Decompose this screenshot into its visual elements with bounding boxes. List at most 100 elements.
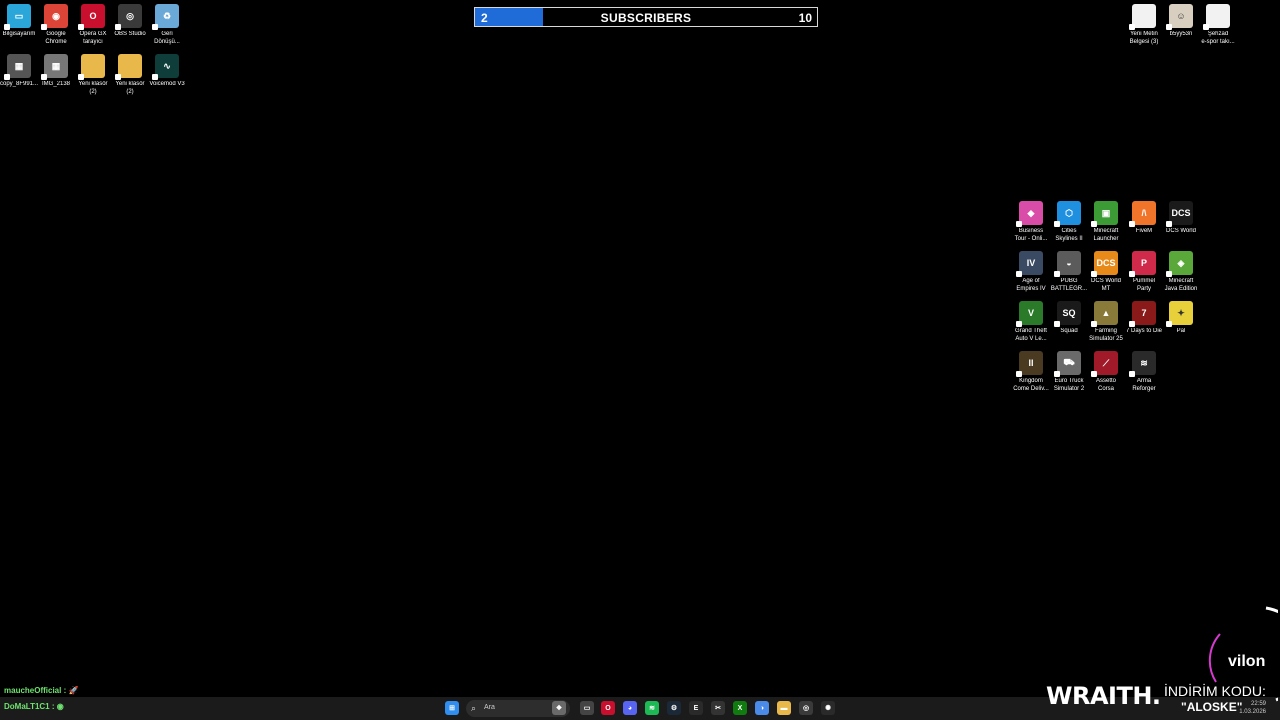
shortcut-arrow-icon [4,24,10,30]
desktop-shortcut[interactable]: V Grand Theft Auto V Le... [1011,301,1051,343]
chrome-icon: ◉ [41,4,68,30]
desktop-shortcut-label: Squad [1060,328,1078,334]
desktop-shortcut-label: Pal [1176,328,1186,334]
capcut-icon[interactable]: ✂ [711,701,725,715]
shortcut-arrow-icon [1016,221,1022,227]
desktop-shortcut[interactable]: ◎ OBS Studio [110,4,150,39]
pal-icon: ✦ [1166,301,1193,327]
opera-gx-icon: O [78,4,105,30]
desktop-shortcut-label: Euro Truck Simulator 2 [1053,378,1085,392]
user-image-icon: ☺ [1166,4,1193,30]
desktop-shortcut[interactable]: IV Age of Empires IV [1011,251,1051,293]
desktop-shortcut[interactable]: 77 Days to Die [1124,301,1164,336]
desktop-shortcut-label: DCS World [1166,228,1196,234]
desktop-shortcut[interactable]: Yeni klasör (2) [110,54,150,96]
xbox-icon[interactable]: X [733,701,747,715]
desktop: 2 SUBSCRIBERS 10 ▭ Bilgisayarım ◉ Google Ch… [0,0,1280,711]
desktop-shortcut-label: b5yy53n [1169,31,1193,37]
windows-start-icon[interactable]: ⊞ [445,701,459,715]
desktop-shortcut[interactable]: ◈ Minecraft Java Edition [1161,251,1201,293]
epic-games-icon[interactable]: E [689,701,703,715]
shortcut-arrow-icon [1129,371,1135,377]
desktop-shortcut-label: Farming Simulator 25 [1089,328,1123,342]
subscriber-title: SUBSCRIBERS [600,11,692,25]
desktop-shortcut-label: Yeni klasör (2) [78,81,108,95]
desktop-shortcut[interactable]: ▭ Bilgisayarım [0,4,39,39]
chat-message: maucheOfficial : 🚀 [4,686,78,695]
desktop-shortcut[interactable]: ◒ PUBG BATTLEGR... [1049,251,1089,293]
desktop-shortcut[interactable]: ≋ Arma Reforger [1124,351,1164,393]
shortcut-arrow-icon [1129,221,1135,227]
text-document-icon [1129,4,1156,30]
gta-v-icon: V [1016,301,1043,327]
shortcut-arrow-icon [1054,271,1060,277]
desktop-shortcut[interactable]: ▣ Minecraft Launcher [1086,201,1126,243]
desktop-shortcut[interactable]: ▲ Farming Simulator 25 [1086,301,1126,343]
shortcut-arrow-icon [115,24,121,30]
desktop-shortcut-label: Business Tour - Onli... [1014,228,1048,242]
dcs-world-icon: DCS [1166,201,1193,227]
desktop-shortcut[interactable]: ∿ Voicemod V3 [147,54,187,89]
seven-days-to-die-icon: 7 [1129,301,1156,327]
pubg-icon: ◒ [1054,251,1081,277]
steelseries-icon[interactable]: ✺ [821,701,835,715]
subscriber-goal: 10 [798,11,812,25]
cities-skylines-icon: ⬡ [1054,201,1081,227]
shortcut-arrow-icon [1054,371,1060,377]
desktop-shortcut[interactable]: O Opera GX tarayıcı [73,4,113,46]
desktop-shortcut-label: Minecraft Java Edition [1164,278,1198,292]
desktop-shortcut[interactable]: Şehzad e-spor takı... [1198,4,1238,46]
euro-truck-icon: ⛟ [1054,351,1081,377]
desktop-shortcut-label: Yeni klasör (2) [115,81,145,95]
desktop-shortcut[interactable]: ☺ b5yy53n [1161,4,1201,39]
file-explorer-icon[interactable]: ▬ [777,701,791,715]
desktop-shortcut[interactable]: ♻ Geri Dönüşü... [147,4,187,46]
desktop-shortcut-label: Cities Skylines II [1055,228,1083,242]
business-tour-icon: ◆ [1016,201,1043,227]
steam-icon[interactable]: ⚙ [667,701,681,715]
desktop-shortcut[interactable]: DCS DCS World [1161,201,1201,236]
task-view-icon[interactable]: ▭ [580,701,594,715]
subscriber-goal-bar: 2 SUBSCRIBERS 10 [474,7,818,27]
opera-gx-icon[interactable]: O [601,701,615,715]
discord-icon[interactable]: ◕ [623,701,637,715]
desktop-shortcut[interactable]: Yeni klasör (2) [73,54,113,96]
desktop-shortcut-label: Kingdom Come Deliv... [1013,378,1049,392]
desktop-shortcut[interactable]: II Kingdom Come Deliv... [1011,351,1051,393]
copilot-icon[interactable]: ◑ [755,701,769,715]
desktop-shortcut[interactable]: ▦ IMG_2138 [36,54,76,89]
widget-icon[interactable]: ❖ [552,701,566,715]
desktop-shortcut[interactable]: DCS DCS World MT [1086,251,1126,293]
shortcut-arrow-icon [1091,371,1097,377]
desktop-shortcut[interactable]: Yeni Metin Belgesi (3) [1124,4,1164,46]
minecraft-java-icon: ◈ [1166,251,1193,277]
desktop-shortcut[interactable]: ◆ Business Tour - Onli... [1011,201,1051,243]
voicemod-icon: ∿ [152,54,179,80]
desktop-shortcut-label: IMG_2138 [41,81,71,87]
shortcut-arrow-icon [1091,321,1097,327]
desktop-shortcut[interactable]: ⛟ Euro Truck Simulator 2 [1049,351,1089,393]
shortcut-arrow-icon [152,74,158,80]
obs-icon: ◎ [115,4,142,30]
obs-icon[interactable]: ◎ [799,701,813,715]
shortcut-arrow-icon [4,74,10,80]
desktop-shortcut[interactable]: P Pummel Party [1124,251,1164,293]
desktop-shortcut[interactable]: /\ FiveM [1124,201,1164,236]
desktop-shortcut-label: Voicemod V3 [149,81,185,87]
folder-icon [78,54,105,80]
desktop-shortcut-label: Grand Theft Auto V Le... [1015,328,1047,342]
desktop-shortcut[interactable]: ⟋ Assetto Corsa [1086,351,1126,393]
shortcut-arrow-icon [1129,321,1135,327]
desktop-shortcut[interactable]: ✦ Pal [1161,301,1201,336]
desktop-shortcut-label: Şehzad e-spor takı... [1201,31,1235,45]
spotify-icon[interactable]: ≋ [645,701,659,715]
desktop-shortcut[interactable]: ⬡ Cities Skylines II [1049,201,1089,243]
shortcut-arrow-icon [1203,24,1209,30]
desktop-shortcut[interactable]: SQ Squad [1049,301,1089,336]
shortcut-arrow-icon [1054,221,1060,227]
desktop-shortcut[interactable]: ▦ copy_8F991... [0,54,39,89]
shortcut-arrow-icon [1016,321,1022,327]
desktop-shortcut[interactable]: ◉ Google Chrome [36,4,76,46]
discount-code-label: İNDİRİM KODU: [1164,683,1266,699]
shortcut-arrow-icon [1166,24,1172,30]
